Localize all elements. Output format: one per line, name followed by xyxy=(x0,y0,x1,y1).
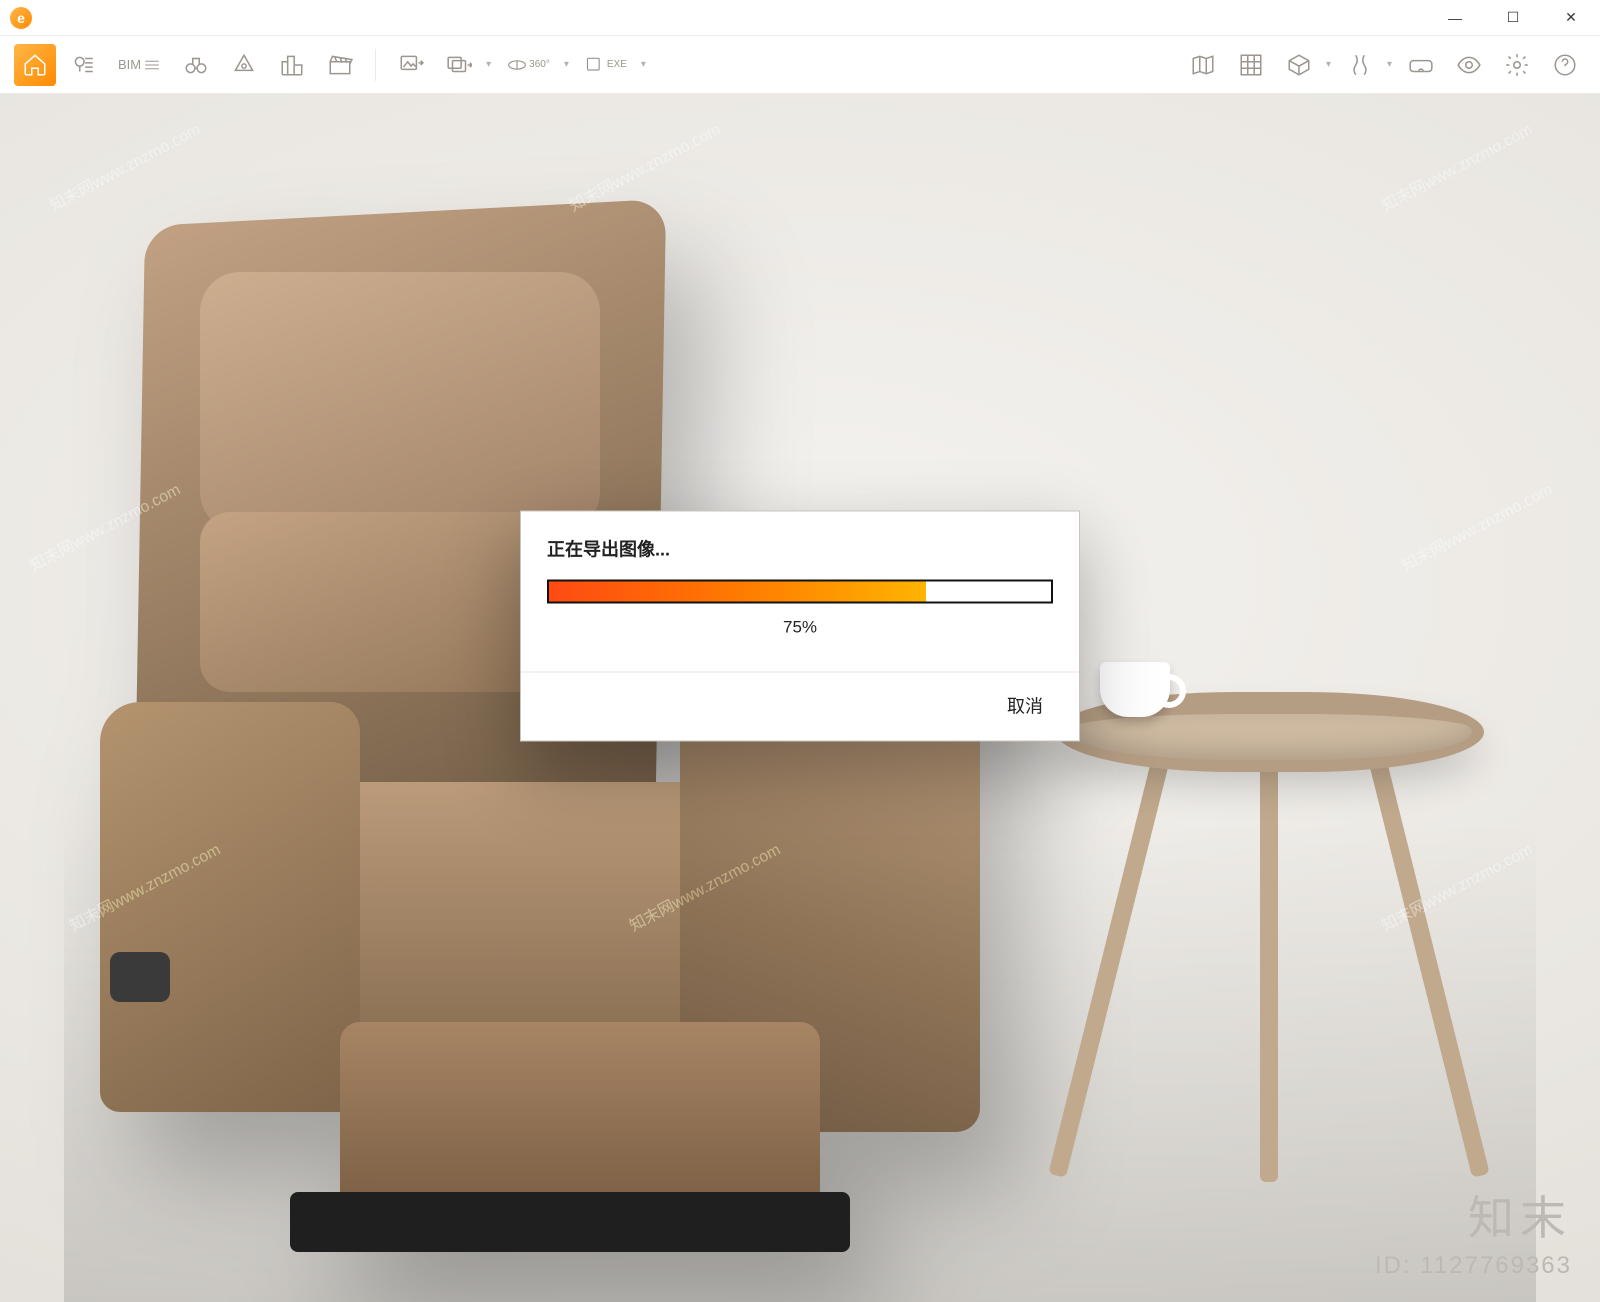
vr-icon xyxy=(1408,52,1434,78)
attribution: 知末 ID: 1127769363 xyxy=(1375,1182,1572,1280)
gear-icon xyxy=(1504,52,1530,78)
panorama-icon xyxy=(507,52,527,78)
bim-lines-icon xyxy=(143,52,161,78)
map-icon xyxy=(1190,52,1216,78)
cube-icon xyxy=(1286,52,1312,78)
walk-button[interactable] xyxy=(1339,44,1381,86)
chevron-down-icon[interactable]: ▾ xyxy=(1326,59,1333,70)
chevron-down-icon[interactable]: ▾ xyxy=(1387,59,1394,70)
help-icon xyxy=(1552,52,1578,78)
export-set-button[interactable] xyxy=(438,44,480,86)
export-exe-label: EXE xyxy=(607,59,627,70)
maximize-icon: ☐ xyxy=(1507,9,1520,26)
settings-button[interactable] xyxy=(1496,44,1538,86)
cancel-button[interactable]: 取消 xyxy=(997,686,1053,724)
grid-icon xyxy=(1238,52,1264,78)
buildings-button[interactable] xyxy=(271,44,313,86)
exe-icon xyxy=(585,52,605,78)
binoculars-icon xyxy=(183,52,209,78)
binoculars-button[interactable] xyxy=(175,44,217,86)
walk-icon xyxy=(1347,52,1373,78)
export-progress-dialog: 正在导出图像... 75% 取消 xyxy=(520,510,1080,741)
export-image-icon xyxy=(398,52,424,78)
clapper-icon xyxy=(327,52,353,78)
model-id: ID: 1127769363 xyxy=(1375,1252,1572,1280)
export-exe-button[interactable]: EXE xyxy=(577,44,635,86)
pin-icon xyxy=(70,52,96,78)
viewport[interactable]: 知末网www.znzmo.com 知末网www.znzmo.com 知末网www… xyxy=(0,94,1600,1302)
chevron-down-icon[interactable]: ▾ xyxy=(564,59,571,70)
chevron-down-icon[interactable]: ▾ xyxy=(486,59,493,70)
dialog-actions: 取消 xyxy=(521,671,1079,740)
progress-bar xyxy=(547,579,1053,603)
window-minimize-button[interactable]: — xyxy=(1426,0,1484,35)
bim-button[interactable]: BIM xyxy=(110,44,169,86)
home-button[interactable] xyxy=(14,44,56,86)
close-icon: ✕ xyxy=(1565,9,1577,26)
minimize-icon: — xyxy=(1448,10,1462,26)
title-bar: e — ☐ ✕ xyxy=(0,0,1600,36)
window-maximize-button[interactable]: ☐ xyxy=(1484,0,1542,35)
progress-percent-label: 75% xyxy=(547,617,1053,637)
city-icon xyxy=(279,52,305,78)
export-360-label: 360° xyxy=(529,59,550,70)
window-controls: — ☐ ✕ xyxy=(1426,0,1600,35)
export-360-button[interactable]: 360° xyxy=(499,44,558,86)
grid-button[interactable] xyxy=(1230,44,1272,86)
bim-label: BIM xyxy=(118,57,141,72)
dialog-title: 正在导出图像... xyxy=(547,535,1053,561)
toolbar-divider xyxy=(375,49,376,81)
export-image-button[interactable] xyxy=(390,44,432,86)
coffee-cup xyxy=(1100,662,1170,717)
export-set-icon xyxy=(446,52,472,78)
watermark-text: 知末网www.znzmo.com xyxy=(1376,116,1536,216)
marker-icon xyxy=(231,52,257,78)
home-icon xyxy=(22,52,48,78)
side-table xyxy=(1060,622,1480,1182)
help-button[interactable] xyxy=(1544,44,1586,86)
eye-icon xyxy=(1456,52,1482,78)
cube-button[interactable] xyxy=(1278,44,1320,86)
clapper-button[interactable] xyxy=(319,44,361,86)
chevron-down-icon[interactable]: ▾ xyxy=(641,59,648,70)
map-button[interactable] xyxy=(1182,44,1224,86)
app-logo-letter: e xyxy=(17,10,25,26)
app-logo-icon: e xyxy=(10,7,32,29)
main-toolbar: BIM ▾ 360° ▾ EXE ▾ ▾ ▾ xyxy=(0,36,1600,94)
marker-button[interactable] xyxy=(223,44,265,86)
location-button[interactable] xyxy=(62,44,104,86)
progress-bar-fill xyxy=(549,581,926,601)
brand-text: 知末 xyxy=(1375,1182,1572,1248)
vr-button[interactable] xyxy=(1400,44,1442,86)
watermark-text: 知末网www.znzmo.com xyxy=(1396,476,1556,576)
window-close-button[interactable]: ✕ xyxy=(1542,0,1600,35)
visibility-button[interactable] xyxy=(1448,44,1490,86)
